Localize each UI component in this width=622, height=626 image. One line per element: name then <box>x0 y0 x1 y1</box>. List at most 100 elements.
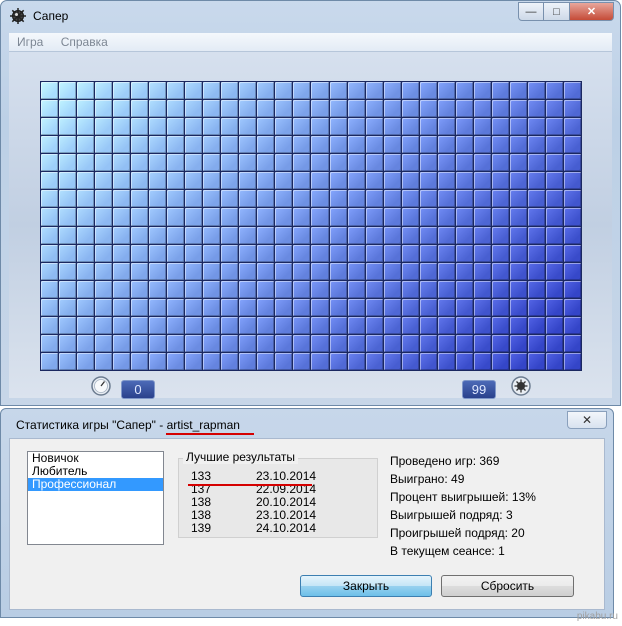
minefield-cell[interactable] <box>473 154 491 172</box>
minefield-cell[interactable] <box>419 208 437 226</box>
minefield-cell[interactable] <box>365 154 383 172</box>
minefield-cell[interactable] <box>77 136 95 154</box>
minefield-cell[interactable] <box>563 352 581 370</box>
minefield-cell[interactable] <box>149 226 167 244</box>
minefield-cell[interactable] <box>563 118 581 136</box>
minefield-cell[interactable] <box>383 136 401 154</box>
minefield-cell[interactable] <box>41 100 59 118</box>
menu-game[interactable]: Игра <box>9 33 49 49</box>
minefield-cell[interactable] <box>257 172 275 190</box>
minefield-cell[interactable] <box>59 118 77 136</box>
minefield-cell[interactable] <box>527 154 545 172</box>
minefield-cell[interactable] <box>509 82 527 100</box>
minefield-cell[interactable] <box>275 118 293 136</box>
minefield-cell[interactable] <box>347 136 365 154</box>
minefield-cell[interactable] <box>221 298 239 316</box>
minefield-cell[interactable] <box>257 118 275 136</box>
minefield-cell[interactable] <box>563 100 581 118</box>
minefield-cell[interactable] <box>41 262 59 280</box>
minefield-cell[interactable] <box>167 280 185 298</box>
minefield-cell[interactable] <box>275 136 293 154</box>
minefield-cell[interactable] <box>311 352 329 370</box>
minefield-cell[interactable] <box>473 334 491 352</box>
minefield-cell[interactable] <box>95 244 113 262</box>
minefield-cell[interactable] <box>347 190 365 208</box>
minefield-cell[interactable] <box>527 226 545 244</box>
minefield-cell[interactable] <box>59 298 77 316</box>
minefield-cell[interactable] <box>275 298 293 316</box>
minefield-cell[interactable] <box>329 118 347 136</box>
minefield-cell[interactable] <box>437 136 455 154</box>
minefield-cell[interactable] <box>149 280 167 298</box>
minefield-cell[interactable] <box>419 316 437 334</box>
minefield-cell[interactable] <box>293 298 311 316</box>
minefield-cell[interactable] <box>113 352 131 370</box>
minefield-cell[interactable] <box>293 280 311 298</box>
minefield-cell[interactable] <box>437 154 455 172</box>
minefield-cell[interactable] <box>113 298 131 316</box>
minefield-cell[interactable] <box>149 208 167 226</box>
minefield-cell[interactable] <box>329 316 347 334</box>
minefield-cell[interactable] <box>257 136 275 154</box>
minefield-cell[interactable] <box>419 244 437 262</box>
minefield-cell[interactable] <box>293 262 311 280</box>
minefield-cell[interactable] <box>185 226 203 244</box>
minefield-cell[interactable] <box>41 298 59 316</box>
minefield-cell[interactable] <box>509 298 527 316</box>
minefield-cell[interactable] <box>383 154 401 172</box>
minefield-cell[interactable] <box>257 352 275 370</box>
minefield-cell[interactable] <box>419 226 437 244</box>
minefield-cell[interactable] <box>131 154 149 172</box>
minefield-cell[interactable] <box>239 316 257 334</box>
minefield-cell[interactable] <box>167 118 185 136</box>
minefield-cell[interactable] <box>401 298 419 316</box>
minefield-cell[interactable] <box>437 334 455 352</box>
minefield-cell[interactable] <box>329 262 347 280</box>
minefield-cell[interactable] <box>473 298 491 316</box>
minefield-cell[interactable] <box>545 334 563 352</box>
minefield-cell[interactable] <box>149 352 167 370</box>
minefield-cell[interactable] <box>113 190 131 208</box>
minefield-cell[interactable] <box>383 298 401 316</box>
minefield-cell[interactable] <box>455 280 473 298</box>
minefield-cell[interactable] <box>383 262 401 280</box>
minefield-cell[interactable] <box>95 100 113 118</box>
minefield-cell[interactable] <box>437 208 455 226</box>
minefield-cell[interactable] <box>545 262 563 280</box>
minefield-cell[interactable] <box>329 208 347 226</box>
minefield-cell[interactable] <box>41 316 59 334</box>
minefield-cell[interactable] <box>41 154 59 172</box>
minefield-cell[interactable] <box>365 172 383 190</box>
minefield-cell[interactable] <box>131 316 149 334</box>
minefield-cell[interactable] <box>221 226 239 244</box>
minefield-cell[interactable] <box>113 226 131 244</box>
minefield-cell[interactable] <box>131 244 149 262</box>
minefield-cell[interactable] <box>293 190 311 208</box>
minefield-cell[interactable] <box>311 172 329 190</box>
minefield-cell[interactable] <box>491 280 509 298</box>
minefield-cell[interactable] <box>275 226 293 244</box>
minefield-cell[interactable] <box>473 244 491 262</box>
minefield-cell[interactable] <box>545 172 563 190</box>
minefield-cell[interactable] <box>401 82 419 100</box>
minefield-cell[interactable] <box>545 244 563 262</box>
minefield-cell[interactable] <box>149 172 167 190</box>
minefield-cell[interactable] <box>41 118 59 136</box>
menu-help[interactable]: Справка <box>53 33 114 49</box>
minefield-cell[interactable] <box>455 100 473 118</box>
minefield-cell[interactable] <box>527 190 545 208</box>
minefield-cell[interactable] <box>545 298 563 316</box>
minefield-cell[interactable] <box>509 172 527 190</box>
difficulty-list[interactable]: Новичок Любитель Профессионал <box>27 451 164 545</box>
minefield-cell[interactable] <box>347 352 365 370</box>
minefield-cell[interactable] <box>275 100 293 118</box>
minefield-cell[interactable] <box>401 100 419 118</box>
minefield-cell[interactable] <box>329 190 347 208</box>
minefield-cell[interactable] <box>401 280 419 298</box>
minefield-cell[interactable] <box>311 118 329 136</box>
minefield-cell[interactable] <box>167 172 185 190</box>
minefield-cell[interactable] <box>473 190 491 208</box>
minefield-cell[interactable] <box>59 136 77 154</box>
minefield-cell[interactable] <box>347 262 365 280</box>
minefield-cell[interactable] <box>509 352 527 370</box>
